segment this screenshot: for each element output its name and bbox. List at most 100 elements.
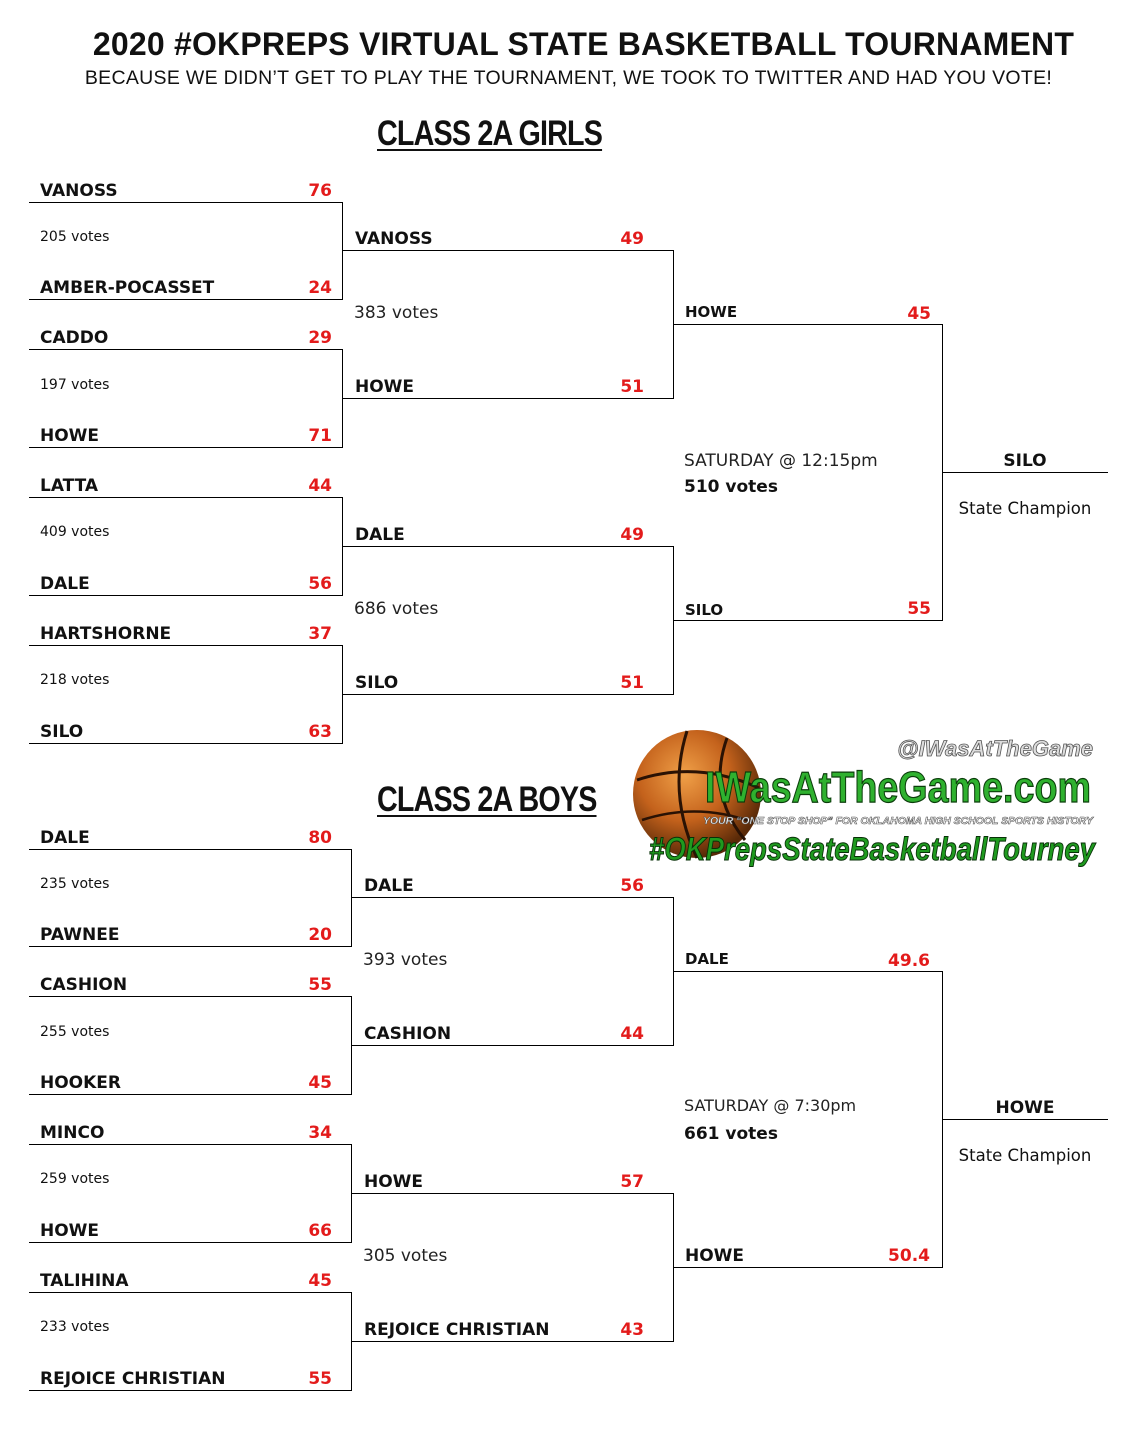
game-time: SATURDAY @ 12:15pm — [684, 451, 878, 471]
team-score: 56 — [308, 574, 332, 594]
bracket-line — [29, 946, 352, 947]
team-score: 44 — [308, 476, 332, 496]
bracket-line — [29, 645, 343, 646]
bracket-line — [29, 349, 343, 350]
team-name: CASHION — [40, 975, 128, 995]
vote-count: 661 votes — [684, 1124, 778, 1144]
team-name: REJOICE CHRISTIAN — [364, 1320, 550, 1340]
team-score: 51 — [620, 673, 644, 693]
bracket-line — [29, 1390, 352, 1391]
girls-heading: CLASS 2A GIRLS — [377, 114, 603, 153]
champion-label: State Champion — [958, 1146, 1092, 1165]
bracket-line — [29, 202, 343, 203]
team-name: TALIHINA — [40, 1271, 129, 1291]
team-score: 55 — [907, 599, 931, 619]
logo-site: IWasAtTheGame.com — [705, 763, 1091, 812]
logo-handle: @IWasAtTheGame — [897, 736, 1093, 761]
basketball-logo-graphic: @IWasAtTheGame IWasAtTheGame.com YOUR “O… — [633, 730, 1097, 868]
team-name: MINCO — [40, 1123, 105, 1143]
bracket-line — [674, 971, 943, 972]
team-name: HOWE — [355, 377, 415, 397]
team-name: HOWE — [685, 1246, 745, 1266]
bracket-line — [674, 1267, 943, 1268]
vote-count: 235 votes — [40, 876, 110, 892]
team-score: 71 — [308, 426, 332, 446]
team-score: 29 — [308, 328, 332, 348]
team-name: DALE — [40, 574, 90, 594]
logo-hashtag: #OKPrepsStateBasketballTourney — [649, 831, 1097, 867]
team-name: SILO — [685, 601, 724, 619]
bracket-line — [29, 447, 343, 448]
team-name: PAWNEE — [40, 925, 120, 945]
team-name: HARTSHORNE — [40, 624, 172, 644]
team-score: 63 — [308, 722, 332, 742]
team-score: 45 — [308, 1073, 332, 1093]
vote-count: 233 votes — [40, 1319, 110, 1335]
page-title: 2020 #OKPREPS VIRTUAL STATE BASKETBALL T… — [92, 26, 1075, 62]
bracket-line — [29, 743, 343, 744]
bracket-line — [343, 250, 674, 251]
team-name: DALE — [685, 950, 729, 968]
team-score: 44 — [620, 1024, 644, 1044]
champion-team: HOWE — [995, 1098, 1055, 1118]
team-name: HOWE — [40, 1221, 100, 1241]
team-name: DALE — [355, 525, 405, 545]
vote-count: 409 votes — [40, 524, 110, 540]
bracket-line — [29, 1144, 352, 1145]
team-score: 20 — [308, 925, 332, 945]
bracket-line — [943, 472, 1108, 473]
bracket-line — [29, 1292, 352, 1293]
team-score: 45 — [308, 1271, 332, 1291]
bracket-line — [674, 324, 943, 325]
team-name: CADDO — [40, 328, 109, 348]
bracket-line — [352, 1193, 674, 1194]
vote-count: 305 votes — [363, 1246, 448, 1266]
team-score: 57 — [620, 1172, 644, 1192]
team-score: 76 — [308, 181, 332, 201]
team-score: 66 — [308, 1221, 332, 1241]
team-score: 34 — [308, 1123, 332, 1143]
team-name: SILO — [40, 722, 84, 742]
boys-heading: CLASS 2A BOYS — [377, 780, 597, 819]
bracket-line — [29, 1094, 352, 1095]
team-score: 49 — [620, 525, 644, 545]
champion-team: SILO — [1003, 451, 1047, 471]
vote-count: 686 votes — [354, 599, 439, 619]
logo-tagline: YOUR “ONE STOP SHOP” FOR OKLAHOMA HIGH S… — [703, 815, 1094, 827]
team-score: 49.6 — [888, 951, 930, 971]
team-score: 43 — [620, 1320, 644, 1340]
bracket-line — [29, 849, 352, 850]
team-score: 50.4 — [888, 1246, 930, 1266]
bracket-line — [674, 620, 943, 621]
bracket-line — [352, 1045, 674, 1046]
bracket-line — [352, 1341, 674, 1342]
vote-count: 218 votes — [40, 672, 110, 688]
team-score: 45 — [907, 304, 931, 324]
vote-count: 197 votes — [40, 377, 110, 393]
team-name: CASHION — [364, 1024, 452, 1044]
site-logo: @IWasAtTheGame IWasAtTheGame.com YOUR “O… — [627, 720, 1102, 873]
bracket-line — [343, 398, 674, 399]
team-score: 51 — [620, 377, 644, 397]
team-name: DALE — [40, 828, 90, 848]
team-name: AMBER-POCASSET — [40, 278, 215, 298]
game-time: SATURDAY @ 7:30pm — [684, 1096, 857, 1115]
team-score: 55 — [308, 1369, 332, 1389]
team-score: 37 — [308, 624, 332, 644]
team-name: DALE — [364, 876, 414, 896]
champion-label: State Champion — [958, 499, 1092, 518]
team-score: 24 — [308, 278, 332, 298]
vote-count: 205 votes — [40, 229, 110, 245]
team-name: REJOICE CHRISTIAN — [40, 1369, 226, 1389]
team-name: HOWE — [364, 1172, 424, 1192]
bracket-line — [29, 996, 352, 997]
team-name: HOOKER — [40, 1073, 122, 1093]
bracket-line — [29, 1242, 352, 1243]
team-name: SILO — [355, 673, 399, 693]
team-name: VANOSS — [40, 181, 118, 201]
bracket-line — [943, 1119, 1108, 1120]
vote-count: 393 votes — [363, 950, 448, 970]
team-name: HOWE — [685, 303, 738, 321]
vote-count: 259 votes — [40, 1171, 110, 1187]
team-name: HOWE — [40, 426, 100, 446]
